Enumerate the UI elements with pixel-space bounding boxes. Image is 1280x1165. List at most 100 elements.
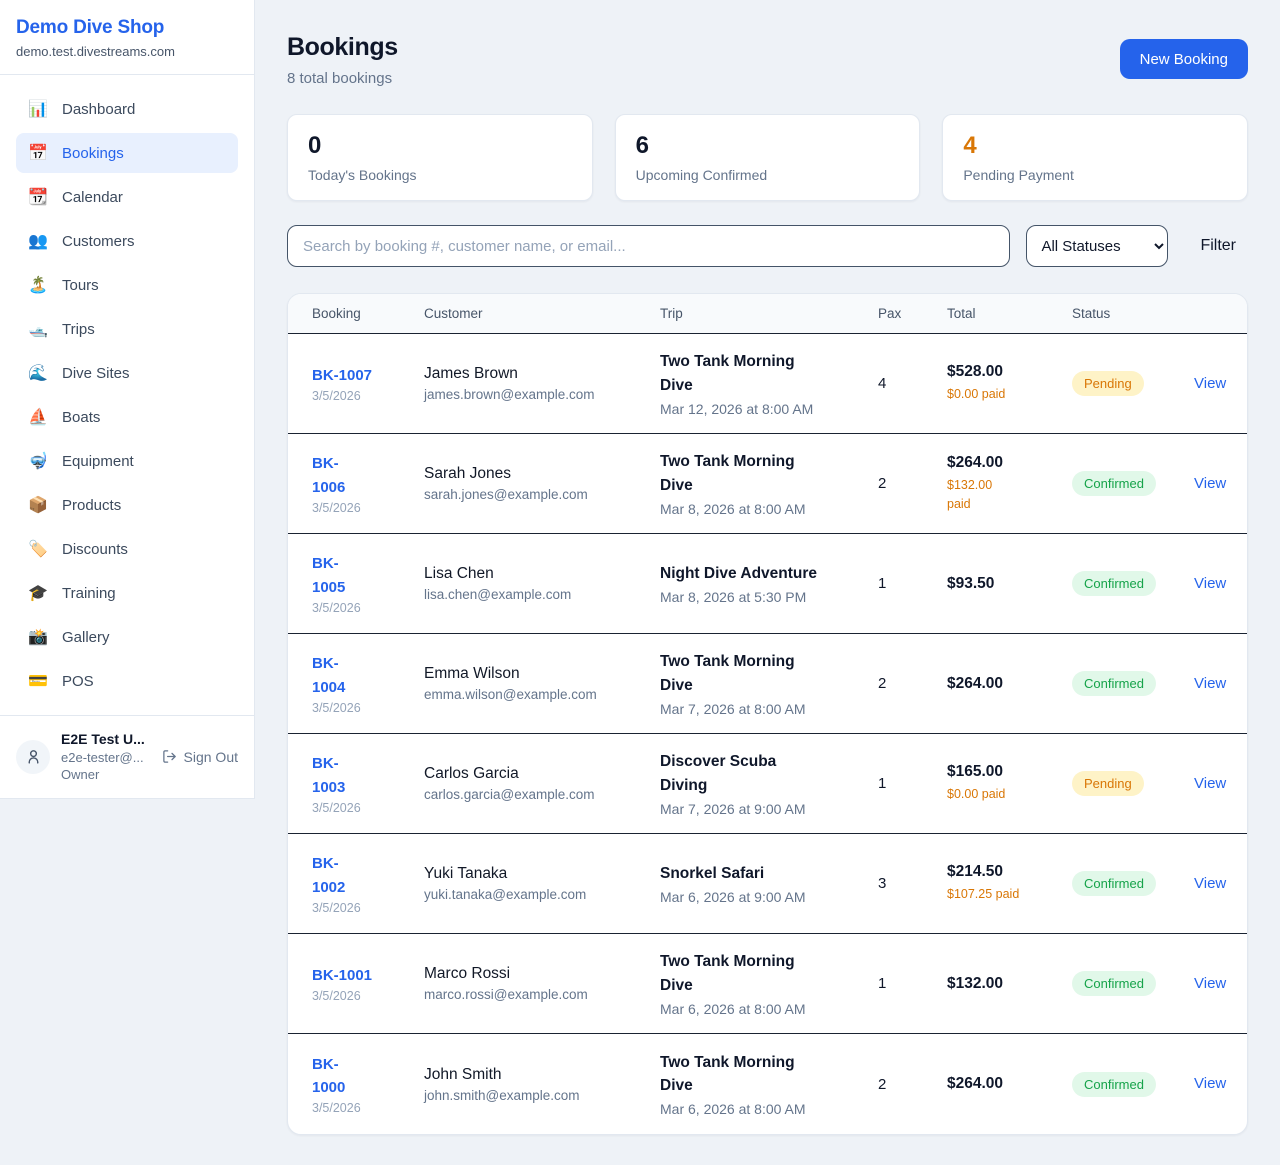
sidebar-item-label: POS [62, 673, 94, 690]
status-badge: Confirmed [1072, 571, 1156, 596]
sidebar-item-boats[interactable]: ⛵Boats [16, 397, 238, 437]
booking-date: 3/5/2026 [312, 801, 424, 815]
view-link[interactable]: View [1194, 1075, 1226, 1092]
column-header-pax: Pax [878, 306, 947, 321]
stat-value: 0 [308, 132, 572, 160]
total-cell: $165.00$0.00 paid [947, 763, 1072, 804]
sidebar-item-equipment[interactable]: 🤿Equipment [16, 441, 238, 481]
island-icon: 🏝️ [28, 275, 48, 295]
sidebar-item-label: Calendar [62, 189, 123, 206]
booking-date: 3/5/2026 [312, 901, 424, 915]
sidebar-item-products[interactable]: 📦 Products [16, 485, 238, 525]
customer-cell: Emma Wilsonemma.wilson@example.com [424, 665, 660, 702]
view-link[interactable]: View [1194, 775, 1226, 792]
sidebar-item-bookings[interactable]: 📅Bookings [16, 133, 238, 173]
trip-name: Snorkel Safari [660, 862, 822, 885]
action-cell: View [1194, 1075, 1226, 1093]
booking-id-link[interactable]: BK-1004 [312, 652, 345, 699]
customer-cell: Sarah Jonessarah.jones@example.com [424, 465, 660, 502]
view-link[interactable]: View [1194, 675, 1226, 692]
status-badge: Confirmed [1072, 1072, 1156, 1097]
new-booking-button[interactable]: New Booking [1120, 39, 1248, 79]
sidebar-item-label: Discounts [62, 541, 128, 558]
total-cell: $132.00 [947, 975, 1072, 993]
sidebar-item-trips[interactable]: 🛥️Trips [16, 309, 238, 349]
sidebar-item-label: Gallery [62, 629, 110, 646]
total-amount: $528.00 [947, 363, 1072, 381]
total-cell: $264.00 [947, 1075, 1072, 1093]
sign-out-label: Sign Out [184, 749, 238, 765]
sign-out-button[interactable]: Sign Out [162, 749, 238, 765]
search-input[interactable] [287, 225, 1010, 267]
pax-count: 1 [878, 975, 947, 992]
sidebar-item-customers[interactable]: 👥Customers [16, 221, 238, 261]
view-link[interactable]: View [1194, 375, 1226, 392]
booking-cell: BK-10053/5/2026 [312, 552, 424, 615]
app-root: Demo Dive Shop demo.test.divestreams.com… [0, 0, 1280, 1165]
booking-cell: BK-10003/5/2026 [312, 1053, 424, 1116]
booking-date: 3/5/2026 [312, 1101, 424, 1115]
pax-count: 1 [878, 575, 947, 592]
status-badge: Confirmed [1072, 971, 1156, 996]
sidebar-item-calendar[interactable]: 📆Calendar [16, 177, 238, 217]
booking-id-link[interactable]: BK-1001 [312, 964, 372, 987]
total-amount: $264.00 [947, 675, 1072, 693]
sidebar-item-training[interactable]: 🎓Training [16, 573, 238, 613]
status-filter-select[interactable]: All Statuses [1026, 225, 1168, 267]
booking-date: 3/5/2026 [312, 501, 424, 515]
shop-name: Demo Dive Shop [16, 17, 238, 39]
sidebar-item-pos[interactable]: 💳POS [16, 661, 238, 701]
view-link[interactable]: View [1194, 975, 1226, 992]
table-row: BK-10003/5/2026John Smithjohn.smith@exam… [288, 1034, 1247, 1134]
view-link[interactable]: View [1194, 475, 1226, 492]
customer-name: John Smith [424, 1066, 660, 1084]
trip-datetime: Mar 6, 2026 at 8:00 AM [660, 1101, 878, 1117]
sidebar-item-label: Tours [62, 277, 99, 294]
table-body: BK-10073/5/2026James Brownjames.brown@ex… [288, 334, 1247, 1134]
page-subtitle: 8 total bookings [287, 70, 398, 87]
customer-name: Carlos Garcia [424, 765, 660, 783]
status-badge: Pending [1072, 771, 1144, 796]
total-cell: $528.00$0.00 paid [947, 363, 1072, 404]
action-cell: View [1194, 775, 1226, 793]
trip-cell: Two Tank Morning DiveMar 12, 2026 at 8:0… [660, 350, 878, 417]
sidebar-item-label: Bookings [62, 145, 124, 162]
filter-button[interactable]: Filter [1188, 237, 1248, 255]
booking-id-link[interactable]: BK-1005 [312, 552, 345, 599]
package-icon: 📦 [28, 495, 48, 515]
booking-id-link[interactable]: BK-1002 [312, 852, 345, 899]
user-role: Owner [61, 766, 145, 784]
status-cell: Confirmed [1072, 871, 1194, 896]
user-name: E2E Test U... [61, 730, 145, 749]
stats-row: 0Today's Bookings6Upcoming Confirmed4Pen… [287, 114, 1248, 201]
sidebar-item-tours[interactable]: 🏝️ Tours [16, 265, 238, 305]
booking-id-link[interactable]: BK-1000 [312, 1053, 345, 1100]
sidebar-item-dashboard[interactable]: 📊Dashboard [16, 89, 238, 129]
sidebar-item-discounts[interactable]: 🏷️Discounts [16, 529, 238, 569]
booking-id-link[interactable]: BK-1007 [312, 364, 372, 387]
sidebar-item-dive-sites[interactable]: 🌊Dive Sites [16, 353, 238, 393]
status-cell: Pending [1072, 371, 1194, 396]
sidebar-item-gallery[interactable]: 📸Gallery [16, 617, 238, 657]
total-amount: $132.00 [947, 975, 1072, 993]
trip-cell: Snorkel SafariMar 6, 2026 at 9:00 AM [660, 862, 878, 905]
booking-id-link[interactable]: BK-1006 [312, 452, 345, 499]
view-link[interactable]: View [1194, 875, 1226, 892]
bookings-table: BookingCustomerTripPaxTotalStatus BK-100… [287, 293, 1248, 1135]
stat-value: 4 [963, 132, 1227, 160]
main-content: Bookings 8 total bookings New Booking 0T… [255, 0, 1280, 1165]
customer-email: james.brown@example.com [424, 387, 660, 402]
trip-name: Two Tank Morning Dive [660, 1051, 822, 1098]
view-link[interactable]: View [1194, 575, 1226, 592]
sidebar-item-label: Products [62, 497, 121, 514]
trip-datetime: Mar 6, 2026 at 8:00 AM [660, 1001, 878, 1017]
pax-count: 2 [878, 1076, 947, 1093]
brand-block: Demo Dive Shop demo.test.divestreams.com [0, 0, 254, 74]
action-cell: View [1194, 375, 1226, 393]
graduation-cap-icon: 🎓 [28, 583, 48, 603]
customer-email: john.smith@example.com [424, 1088, 660, 1103]
booking-cell: BK-1003 3/5/2026 [312, 752, 424, 815]
stat-value: 6 [636, 132, 900, 160]
booking-id-link[interactable]: BK-1003 [312, 752, 345, 799]
total-amount: $165.00 [947, 763, 1072, 781]
